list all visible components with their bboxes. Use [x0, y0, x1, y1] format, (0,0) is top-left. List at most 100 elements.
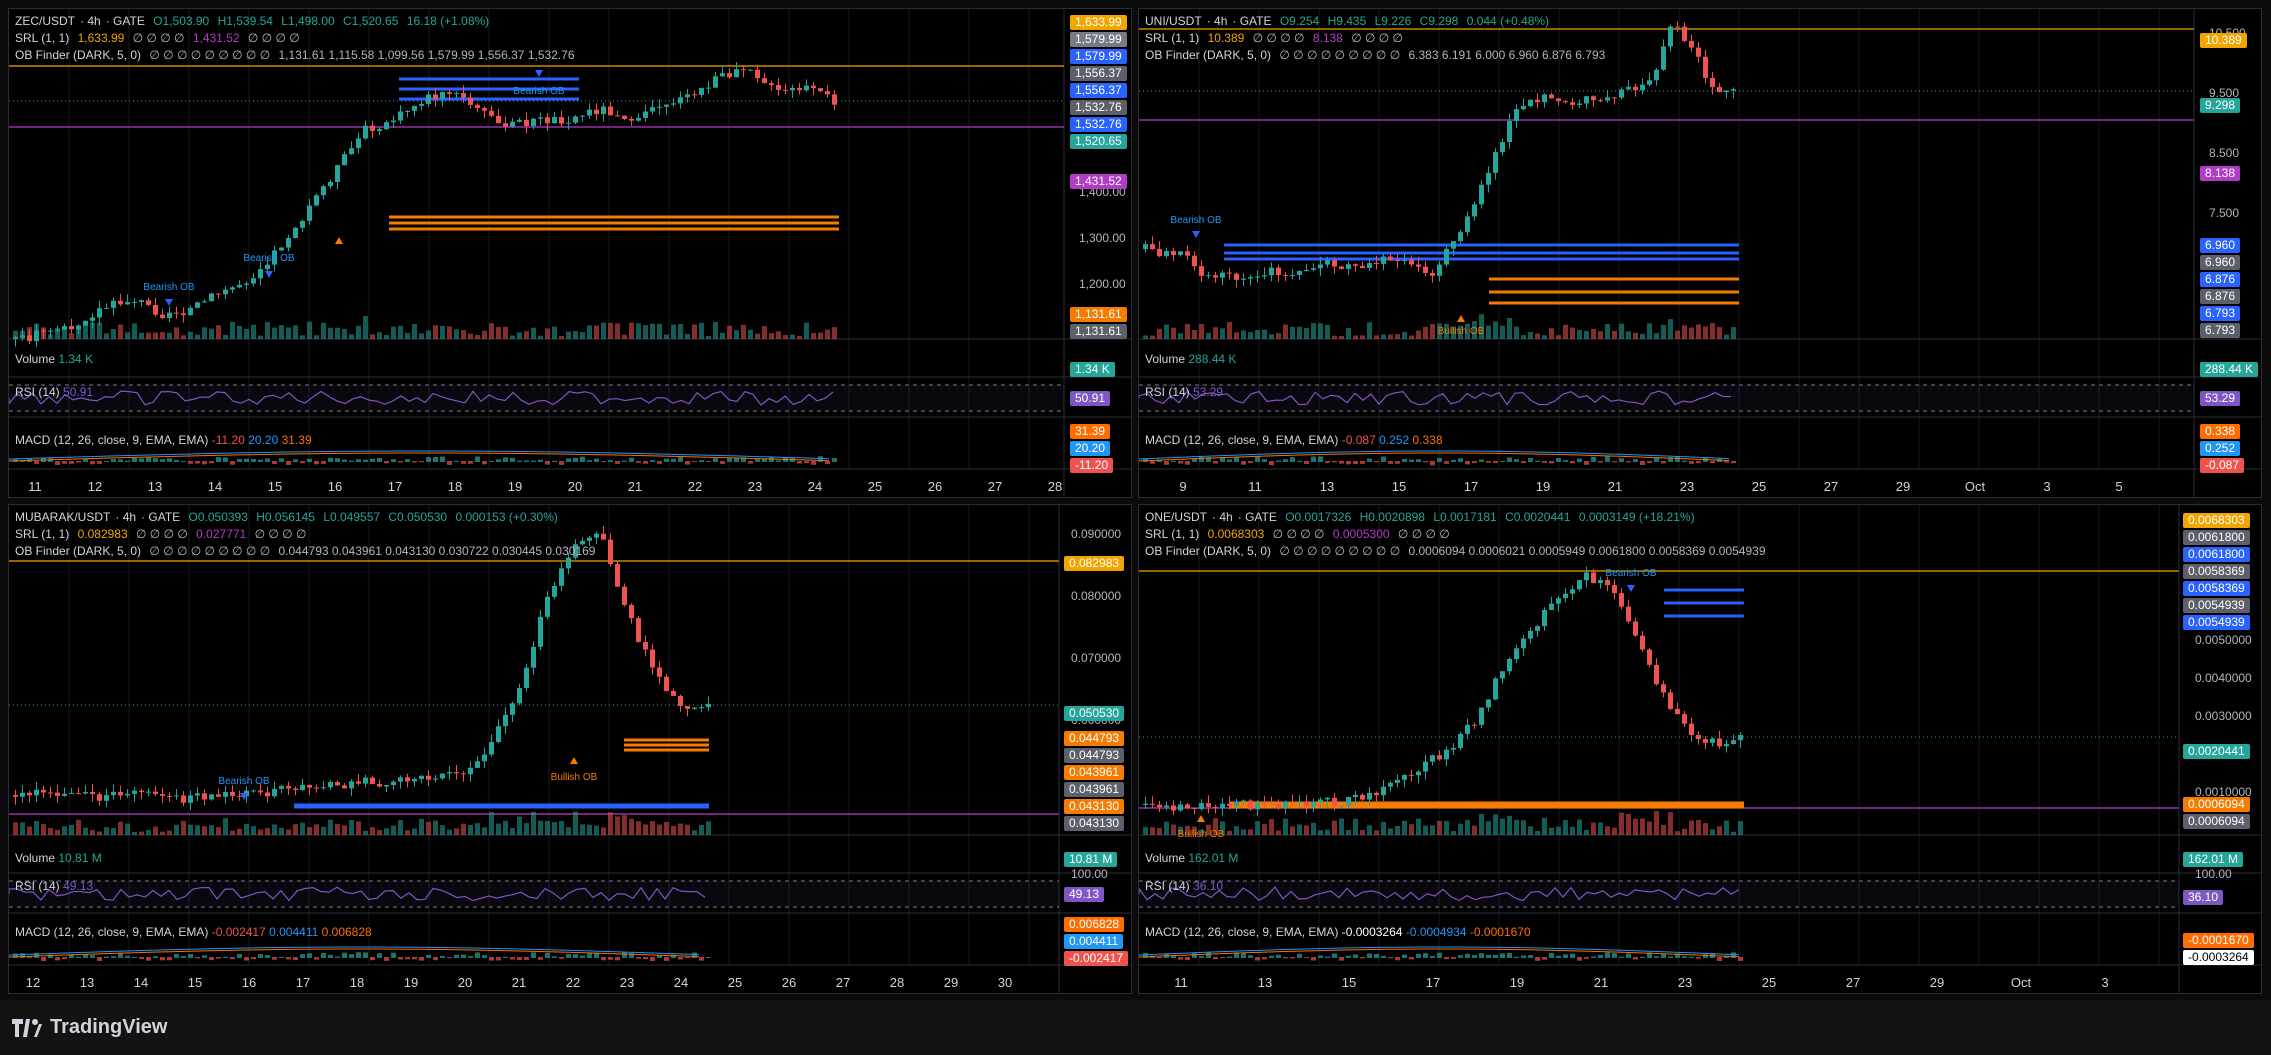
- ob-finder-legend[interactable]: OB Finder (DARK, 5, 0) ∅ ∅ ∅ ∅ ∅ ∅ ∅ ∅ ∅…: [15, 543, 600, 559]
- macd-histogram-bar: [244, 957, 249, 961]
- candle-body: [1542, 94, 1547, 103]
- volume-bar: [293, 824, 298, 835]
- ohlc-close: C1,520.65: [343, 14, 399, 28]
- volume-bar: [594, 325, 599, 339]
- volume-bar: [139, 831, 144, 835]
- candle-body: [209, 293, 214, 302]
- candle-body: [342, 785, 347, 789]
- volume-bar: [468, 333, 473, 339]
- macd-title: MACD (12, 26, close, 9, EMA, EMA): [15, 433, 209, 447]
- macd-label: 20.20: [1070, 441, 1111, 456]
- macd-histogram-bar: [692, 952, 697, 958]
- volume-legend[interactable]: Volume 1.34 K: [15, 352, 93, 366]
- volume-legend[interactable]: Volume 10.81 M: [15, 851, 102, 865]
- macd-histogram-bar: [1150, 461, 1155, 464]
- macd-histogram-bar: [251, 458, 256, 462]
- volume-bar: [1150, 827, 1155, 835]
- symbol-name[interactable]: ZEC/USDT: [15, 14, 75, 28]
- price-label: 0.043130: [1064, 799, 1125, 814]
- symbol-name[interactable]: MUBARAK/USDT: [15, 510, 110, 524]
- symbol-name[interactable]: UNI/USDT: [1145, 14, 1202, 28]
- volume-bar: [1542, 335, 1547, 339]
- volume-bar: [370, 827, 375, 835]
- tradingview-logo[interactable]: TradingView: [12, 1016, 167, 1039]
- ob-finder-legend[interactable]: OB Finder (DARK, 5, 0) ∅ ∅ ∅ ∅ ∅ ∅ ∅ ∅ ∅…: [1145, 543, 1771, 559]
- candle-body: [496, 115, 501, 124]
- srl-nan: ∅ ∅ ∅ ∅: [1351, 31, 1404, 45]
- macd-histogram-bar: [1185, 957, 1190, 961]
- price-label-last: 1,520.65: [1070, 134, 1127, 149]
- macd-histogram-bar: [419, 957, 424, 961]
- macd-histogram-bar: [1241, 461, 1246, 465]
- volume-bar: [279, 325, 284, 339]
- rsi-legend[interactable]: RSI (14) 53.29: [1145, 385, 1223, 399]
- macd-histogram-bar: [55, 957, 60, 961]
- macd-histogram-bar: [1521, 955, 1526, 958]
- macd-histogram-bar: [216, 457, 221, 462]
- candle-body: [1255, 276, 1260, 278]
- rsi-legend[interactable]: RSI (14) 50.91: [15, 385, 93, 399]
- macd-legend[interactable]: MACD (12, 26, close, 9, EMA, EMA) -11.20…: [15, 433, 312, 447]
- macd-legend[interactable]: MACD (12, 26, close, 9, EMA, EMA) -0.087…: [1145, 433, 1443, 447]
- macd-legend[interactable]: MACD (12, 26, close, 9, EMA, EMA) -0.000…: [1145, 925, 1531, 939]
- x-axis-tick: 19: [1535, 479, 1551, 494]
- volume-bar: [727, 325, 732, 339]
- volume-bar: [524, 331, 529, 339]
- candle-body: [1689, 40, 1694, 48]
- macd-histogram-bar: [580, 456, 585, 462]
- macd-histogram-bar: [405, 459, 410, 462]
- macd-histogram-bar: [440, 955, 445, 958]
- ob-finder-legend[interactable]: OB Finder (DARK, 5, 0) ∅ ∅ ∅ ∅ ∅ ∅ ∅ ∅ ∅…: [15, 47, 580, 63]
- macd-histogram-bar: [1269, 955, 1274, 958]
- volume-bar: [20, 330, 25, 339]
- chart-panel-uni[interactable]: UNI/USDT · 4h · GATE O9.254 H9.435 L9.226 …: [1138, 8, 2262, 498]
- srl-legend[interactable]: SRL (1, 1) 0.082983 ∅ ∅ ∅ ∅ 0.027771 ∅ ∅…: [15, 526, 311, 542]
- rsi-legend[interactable]: RSI (14) 49.13: [15, 879, 93, 893]
- ob-marker-triangle: [1197, 815, 1205, 822]
- candle-body: [1563, 101, 1568, 103]
- macd-label: -0.087: [2200, 458, 2245, 473]
- ob-finder-legend[interactable]: OB Finder (DARK, 5, 0) ∅ ∅ ∅ ∅ ∅ ∅ ∅ ∅ ∅…: [1145, 47, 1610, 63]
- candle-body: [1668, 26, 1673, 47]
- macd-histogram-bar: [83, 954, 88, 958]
- srl-legend[interactable]: SRL (1, 1) 1,633.99 ∅ ∅ ∅ ∅ 1,431.52 ∅ ∅…: [15, 30, 305, 46]
- ob-finder-title: OB Finder (DARK, 5, 0): [15, 544, 142, 558]
- macd-histogram-bar: [489, 460, 494, 462]
- volume-bar: [398, 820, 403, 835]
- volume-legend[interactable]: Volume 288.44 K: [1145, 352, 1236, 366]
- chart-panel-zec[interactable]: ZEC/USDT · 4h · GATE O1,503.90 H1,539.54 L…: [8, 8, 1132, 498]
- volume-bar: [664, 334, 669, 339]
- volume-legend[interactable]: Volume 162.01 M: [1145, 851, 1238, 865]
- candle-body: [608, 106, 613, 116]
- macd-value: -11.20: [211, 433, 245, 447]
- candle-body: [447, 92, 452, 94]
- chart-panel-mubarak[interactable]: MUBARAK/USDT · 4h · GATE O0.050393 H0.0561…: [8, 504, 1132, 994]
- candle-body: [811, 85, 816, 89]
- candle-body: [377, 129, 382, 131]
- macd-histogram-bar: [1570, 953, 1575, 958]
- volume-bar: [461, 330, 466, 339]
- x-axis-tick: 19: [507, 479, 523, 494]
- volume-bar: [1731, 327, 1736, 339]
- candle-body: [1458, 232, 1463, 242]
- chart-panel-one[interactable]: ONE/USDT · 4h · GATE O0.0017326 H0.0020898…: [1138, 504, 2262, 994]
- macd-histogram-bar: [293, 957, 298, 961]
- candle-body: [1633, 86, 1638, 91]
- x-axis-tick: 19: [403, 975, 419, 990]
- candle-body: [398, 111, 403, 121]
- volume-bar: [27, 826, 32, 835]
- volume-label: 1.34 K: [1070, 362, 1115, 377]
- candle-body: [405, 777, 410, 782]
- macd-histogram-bar: [370, 957, 375, 961]
- symbol-name[interactable]: ONE/USDT: [1145, 510, 1207, 524]
- candle-body: [328, 782, 333, 788]
- macd-histogram-bar: [1269, 461, 1274, 466]
- srl-legend[interactable]: SRL (1, 1) 0.0068303 ∅ ∅ ∅ ∅ 0.0005300 ∅…: [1145, 526, 1455, 542]
- macd-legend[interactable]: MACD (12, 26, close, 9, EMA, EMA) -0.002…: [15, 925, 372, 939]
- macd-histogram-bar: [335, 956, 340, 958]
- x-axis-tick: 16: [241, 975, 257, 990]
- srl-legend[interactable]: SRL (1, 1) 10.389 ∅ ∅ ∅ ∅ 8.138 ∅ ∅ ∅ ∅: [1145, 30, 1408, 46]
- volume-bar: [454, 828, 459, 835]
- rsi-legend[interactable]: RSI (14) 36.10: [1145, 879, 1223, 893]
- x-axis-tick: 26: [781, 975, 797, 990]
